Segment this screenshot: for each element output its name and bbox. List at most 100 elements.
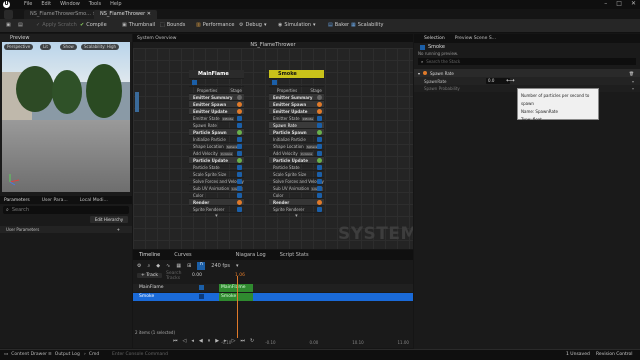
playhead-line[interactable] bbox=[237, 276, 238, 338]
tab-curves[interactable]: Curves bbox=[174, 250, 191, 260]
node-row[interactable]: Shape Location Sphere bbox=[269, 142, 324, 149]
node-row[interactable]: Particle Update bbox=[189, 156, 244, 163]
node-properties-row[interactable]: Properties Stage bbox=[189, 86, 244, 93]
track-bar-smoke[interactable]: Smoke bbox=[219, 293, 253, 301]
node-row[interactable]: Spawn Rate bbox=[269, 121, 324, 128]
node-row[interactable]: Sub UV AnimationLinear bbox=[189, 184, 244, 191]
track-row-smoke[interactable]: Smoke Smoke bbox=[133, 293, 413, 301]
debug-button[interactable]: ⚙ Debug ▾ bbox=[239, 21, 266, 30]
grid-icon[interactable]: ⊞ bbox=[187, 263, 191, 269]
play-icon[interactable]: ▶ bbox=[215, 338, 219, 344]
add-icon[interactable]: + bbox=[117, 227, 120, 232]
magnet-icon[interactable]: ∩ bbox=[197, 261, 206, 270]
track-search-input[interactable]: Search Tracks bbox=[166, 271, 188, 281]
node-title[interactable]: Smoke bbox=[269, 70, 324, 78]
node-row[interactable]: Particle Update bbox=[269, 156, 324, 163]
close-icon[interactable]: ✕ bbox=[631, 0, 636, 7]
expand-chevron-icon[interactable]: ▾ bbox=[189, 212, 244, 219]
node-row[interactable]: Emitter State Infinite bbox=[189, 114, 244, 121]
console-input[interactable]: Enter Console Command bbox=[112, 350, 202, 359]
save-button[interactable]: ▣ bbox=[6, 21, 11, 30]
simulation-button[interactable]: ◉ Simulation ▾ bbox=[278, 21, 316, 30]
fps-dropdown[interactable]: 240 fps bbox=[211, 263, 230, 269]
chevron-down-icon[interactable]: ▾ bbox=[632, 86, 634, 91]
track-bar-mainflame[interactable]: MainFlame bbox=[219, 284, 253, 292]
apply-scratch-button[interactable]: ✓ Apply Scratch bbox=[36, 21, 77, 30]
module-checkbox[interactable] bbox=[236, 207, 242, 212]
track-checkbox[interactable] bbox=[199, 294, 204, 299]
current-time[interactable]: 0.00 bbox=[192, 273, 202, 278]
cmd-button[interactable]: › Cmd bbox=[84, 350, 99, 359]
add-track-button[interactable]: + Track bbox=[137, 273, 162, 278]
track-row-mainflame[interactable]: MainFlame MainFlame bbox=[133, 284, 413, 292]
emitter-node-mainflame[interactable]: MainFlame Properties Stage Emitter Summary… bbox=[189, 70, 244, 219]
tab-user-params[interactable]: User Para... bbox=[42, 198, 68, 203]
params-search[interactable]: ⌕ Search bbox=[3, 206, 129, 214]
node-row[interactable]: Shape Location Sphere bbox=[189, 142, 244, 149]
node-row[interactable]: Scale Sprite Size bbox=[189, 170, 244, 177]
tab-flamethrower-smoke[interactable]: NS_FlameThrowerSmo... ✕ bbox=[24, 10, 103, 19]
tab-preview-scene[interactable]: Preview Scene S... bbox=[455, 36, 496, 41]
node-row[interactable]: Particle State bbox=[189, 163, 244, 170]
user-parameters-row[interactable]: User Parameters + bbox=[0, 226, 132, 233]
node-row[interactable]: Particle Spawn bbox=[269, 128, 324, 135]
delete-icon[interactable]: 🗑 bbox=[629, 71, 634, 76]
output-log-button[interactable]: ≡ Output Log bbox=[48, 350, 80, 359]
menu-help[interactable]: Help bbox=[110, 1, 121, 7]
node-row[interactable]: Color bbox=[189, 191, 244, 198]
lit-button[interactable]: Lit bbox=[40, 44, 51, 50]
tab-flamethrower[interactable]: NS_FlameThrower ✕ bbox=[94, 10, 157, 19]
tab-timeline[interactable]: Timeline bbox=[139, 250, 160, 260]
node-row[interactable]: Emitter State Infinite bbox=[269, 114, 324, 121]
curve-icon[interactable]: ∿ bbox=[166, 263, 170, 269]
performance-button[interactable]: ▥ Performance bbox=[196, 21, 234, 30]
scalability-pill[interactable]: Scalability: High bbox=[81, 44, 120, 50]
node-row[interactable]: Sprite Renderer bbox=[269, 205, 324, 212]
track-checkbox[interactable] bbox=[199, 285, 204, 290]
baker-button[interactable]: ▤ Baker bbox=[328, 21, 349, 30]
menu-window[interactable]: Window bbox=[60, 1, 80, 7]
node-row[interactable]: Add Velocity In Cone bbox=[269, 149, 324, 156]
node-row[interactable]: Render bbox=[269, 198, 324, 205]
stack-search-input[interactable]: Search the Stack bbox=[426, 59, 460, 64]
search-icon[interactable]: ⌕ bbox=[147, 263, 150, 269]
compile-button[interactable]: ✔ Compile bbox=[80, 21, 107, 30]
edit-hierarchy-button[interactable]: Edit Hierarchy bbox=[90, 216, 128, 223]
emitter-node-smoke[interactable]: Smoke Properties Stage Emitter Summary Emit… bbox=[269, 70, 324, 219]
play-reverse-icon[interactable]: ◀ bbox=[199, 338, 203, 344]
show-button[interactable]: Show bbox=[60, 44, 77, 50]
node-row[interactable]: Scale Sprite Size bbox=[269, 170, 324, 177]
stack-search[interactable]: ⌕ Search the Stack bbox=[418, 58, 636, 65]
filter-icon[interactable]: ⚙ bbox=[137, 263, 141, 269]
node-row[interactable]: Emitter Summary bbox=[269, 93, 324, 100]
preview-viewport[interactable]: Perspective Lit Show Scalability: High bbox=[2, 42, 130, 192]
chevron-down-icon[interactable]: ▾ bbox=[632, 79, 634, 84]
menu-edit[interactable]: Edit bbox=[41, 1, 51, 7]
tab-local-modules[interactable]: Local Modi... bbox=[80, 198, 108, 203]
spawn-rate-section[interactable]: ▾ Spawn Rate 🗑 bbox=[414, 69, 640, 77]
save-icon[interactable] bbox=[4, 10, 13, 19]
node-row[interactable]: Emitter Spawn bbox=[189, 100, 244, 107]
scalability-button[interactable]: ▦ Scalability bbox=[351, 21, 383, 30]
node-row[interactable]: Initialize Particle bbox=[269, 135, 324, 142]
module-checkbox[interactable] bbox=[316, 207, 322, 212]
node-row[interactable]: Emitter Update bbox=[189, 107, 244, 114]
node-row[interactable]: Emitter Summary bbox=[189, 93, 244, 100]
tab-selection[interactable]: Selection bbox=[424, 36, 445, 41]
tab-niagara-log[interactable]: Niagara Log bbox=[236, 250, 266, 260]
perspective-button[interactable]: Perspective bbox=[4, 44, 34, 50]
expand-chevron-icon[interactable]: ▾ bbox=[269, 212, 324, 219]
key-icon[interactable]: ◆ bbox=[156, 263, 160, 269]
tab-parameters[interactable]: Parameters bbox=[4, 198, 30, 203]
minimize-icon[interactable]: – bbox=[604, 0, 607, 7]
snap-icon[interactable]: ▦ bbox=[176, 263, 181, 269]
bounds-button[interactable]: ⬚ Bounds bbox=[160, 21, 185, 30]
node-row[interactable]: Spawn Rate bbox=[189, 121, 244, 128]
node-row[interactable]: Solve Forces and Velocity bbox=[189, 177, 244, 184]
unsaved-indicator[interactable]: 1 Unsaved bbox=[566, 350, 590, 359]
unreal-logo-icon[interactable]: U bbox=[3, 1, 10, 8]
node-row[interactable]: Render bbox=[189, 198, 244, 205]
node-row[interactable]: Emitter Spawn bbox=[269, 100, 324, 107]
node-row[interactable]: Particle State bbox=[269, 163, 324, 170]
system-overview-tab[interactable]: System Overview bbox=[133, 34, 413, 42]
